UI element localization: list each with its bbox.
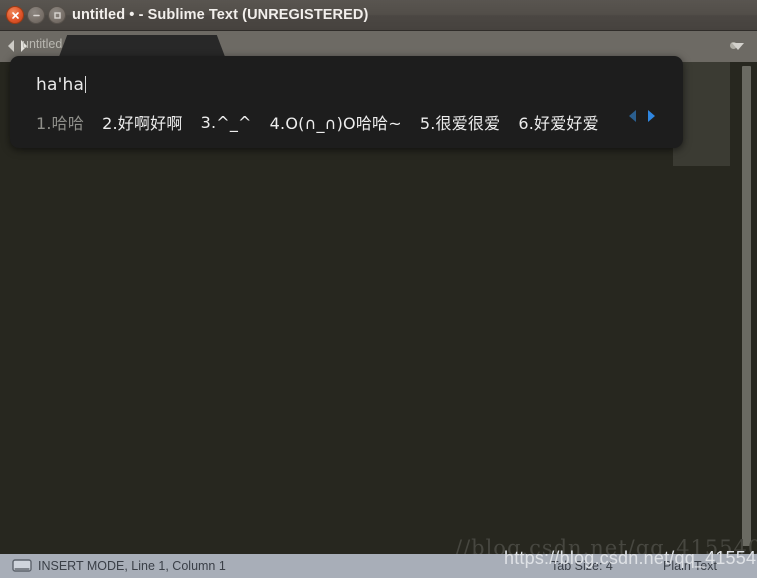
window-title: untitled • - Sublime Text (UNREGISTERED) xyxy=(72,7,369,23)
chevron-down-icon[interactable] xyxy=(731,42,745,51)
ime-candidate-6[interactable]: 6.好爱好爱 xyxy=(518,110,598,134)
ime-page-arrows xyxy=(627,108,657,124)
ime-candidate-2[interactable]: 2.好啊好啊 xyxy=(102,110,182,134)
window-titlebar: untitled • - Sublime Text (UNREGISTERED) xyxy=(0,0,757,31)
text-caret xyxy=(85,76,87,93)
ime-candidate-popup: ha'ha 1.哈哈 2.好啊好啊 3.^_^ 4.O(∩_∩)O哈哈~ 5.很… xyxy=(10,56,683,148)
ime-preedit-text: ha'ha xyxy=(36,75,87,95)
minimize-icon[interactable] xyxy=(27,6,45,24)
status-tab-size[interactable]: Tab Size: 4 xyxy=(551,554,613,578)
ime-preedit-value: ha'ha xyxy=(36,75,85,95)
vertical-scrollbar[interactable] xyxy=(742,66,751,546)
sublime-text-window: untitled • - Sublime Text (UNREGISTERED)… xyxy=(0,0,757,578)
window-controls xyxy=(6,6,66,24)
tab-label: untitled xyxy=(22,37,63,51)
ime-candidate-list: 1.哈哈 2.好啊好啊 3.^_^ 4.O(∩_∩)O哈哈~ 5.很爱很爱 6.… xyxy=(36,110,599,134)
ime-candidate-5[interactable]: 5.很爱很爱 xyxy=(420,110,500,134)
maximize-icon[interactable] xyxy=(48,6,66,24)
status-left-text: INSERT MODE, Line 1, Column 1 xyxy=(38,559,226,573)
ime-candidate-1[interactable]: 1.哈哈 xyxy=(36,110,84,134)
ime-candidate-3[interactable]: 3.^_^ xyxy=(201,113,252,132)
prev-tab-icon[interactable] xyxy=(6,39,17,53)
close-icon[interactable] xyxy=(6,6,24,24)
status-syntax[interactable]: Plain Text xyxy=(663,554,717,578)
ime-next-page-icon[interactable] xyxy=(645,108,657,124)
ime-candidate-4[interactable]: 4.O(∩_∩)O哈哈~ xyxy=(270,110,402,134)
status-bar: INSERT MODE, Line 1, Column 1 Tab Size: … xyxy=(0,554,757,578)
display-icon[interactable] xyxy=(12,559,32,573)
ime-prev-page-icon[interactable] xyxy=(627,108,639,124)
